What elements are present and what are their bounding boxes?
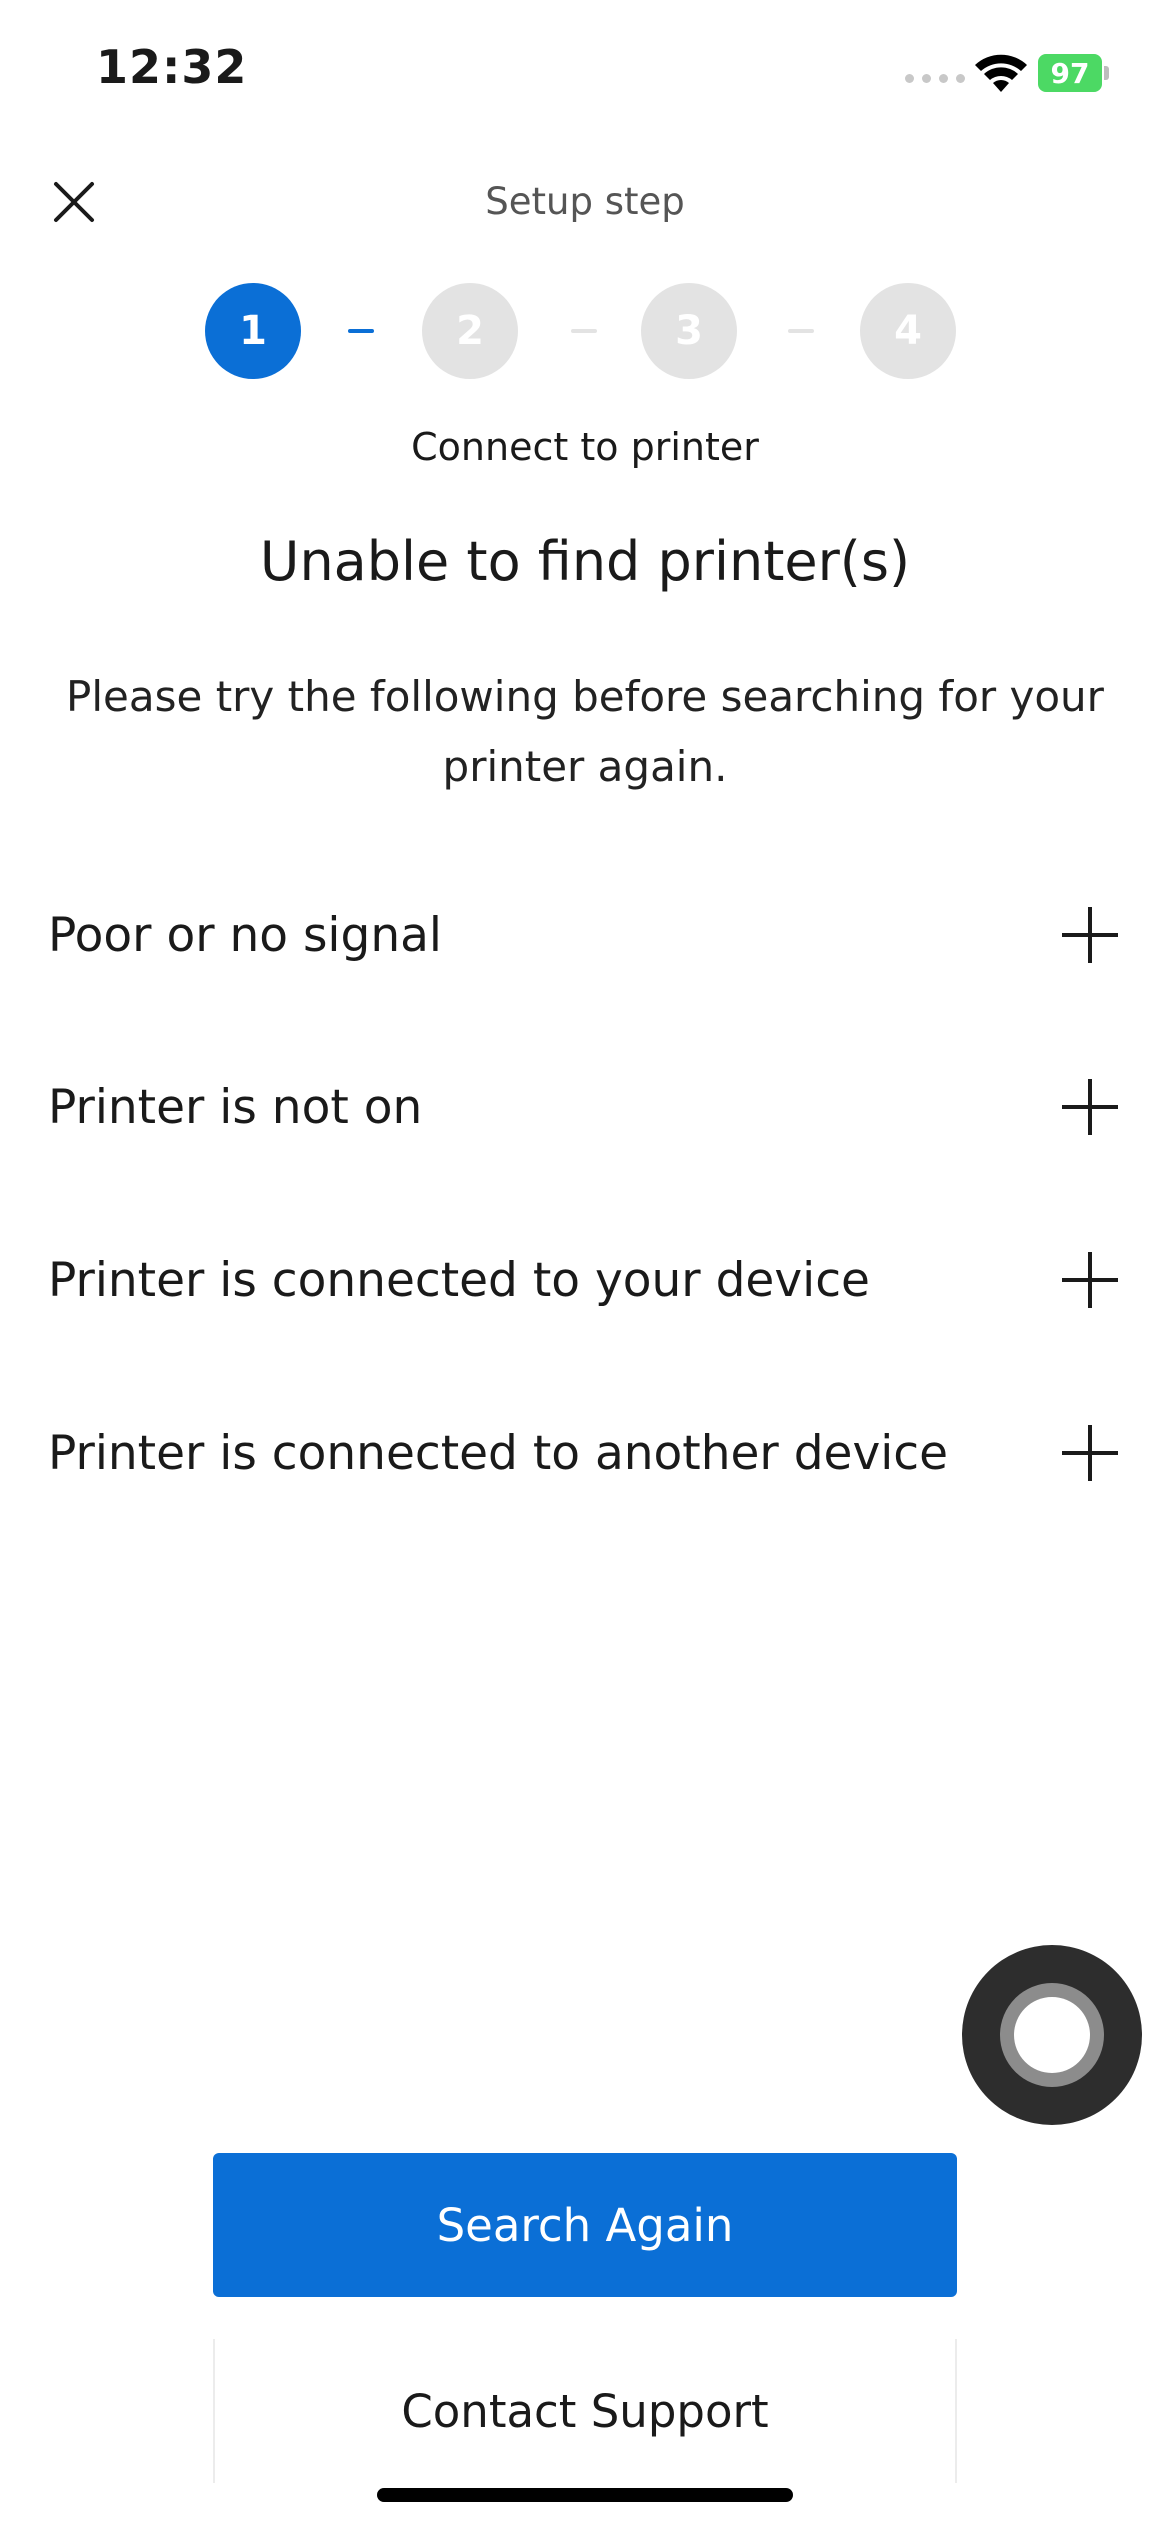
status-time: 12:32 bbox=[96, 40, 248, 94]
home-indicator bbox=[377, 2488, 793, 2502]
step-caption: Connect to printer bbox=[411, 425, 759, 469]
contact-support-button[interactable]: Contact Support bbox=[213, 2339, 957, 2483]
assistive-touch-core bbox=[1014, 1997, 1090, 2073]
step-2-indicator: 2 bbox=[422, 283, 518, 379]
accordion-label: Printer is connected to your device bbox=[48, 1252, 870, 1308]
step-connector-3 bbox=[788, 329, 814, 333]
battery-indicator: 97 bbox=[1038, 54, 1102, 92]
step-3-indicator: 3 bbox=[641, 283, 737, 379]
assistive-touch-button[interactable] bbox=[962, 1945, 1142, 2125]
step-4-indicator: 4 bbox=[860, 283, 956, 379]
search-again-button[interactable]: Search Again bbox=[213, 2153, 957, 2297]
step-connector-1 bbox=[348, 329, 374, 333]
accordion-item-connected-another-device[interactable]: Printer is connected to another device bbox=[48, 1398, 1118, 1508]
page-title: Unable to find printer(s) bbox=[259, 530, 911, 593]
accordion-label: Printer is not on bbox=[48, 1079, 423, 1135]
accordion-label: Poor or no signal bbox=[48, 907, 442, 963]
accordion-item-poor-signal[interactable]: Poor or no signal bbox=[48, 880, 1118, 990]
cellular-signal-icon bbox=[905, 74, 965, 83]
plus-icon bbox=[1062, 907, 1118, 963]
intro-text: Please try the following before searchin… bbox=[66, 672, 1104, 791]
header-title: Setup step bbox=[485, 180, 685, 223]
plus-icon bbox=[1062, 1425, 1118, 1481]
accordion-label: Printer is connected to another device bbox=[48, 1425, 949, 1481]
plus-icon bbox=[1062, 1252, 1118, 1308]
step-connector-2 bbox=[571, 329, 597, 333]
accordion-item-printer-not-on[interactable]: Printer is not on bbox=[48, 1052, 1118, 1162]
battery-tip bbox=[1104, 66, 1109, 80]
wifi-icon bbox=[972, 50, 1030, 98]
plus-icon bbox=[1062, 1079, 1118, 1135]
step-1-indicator: 1 bbox=[205, 283, 301, 379]
accordion-item-connected-your-device[interactable]: Printer is connected to your device bbox=[48, 1225, 1118, 1335]
